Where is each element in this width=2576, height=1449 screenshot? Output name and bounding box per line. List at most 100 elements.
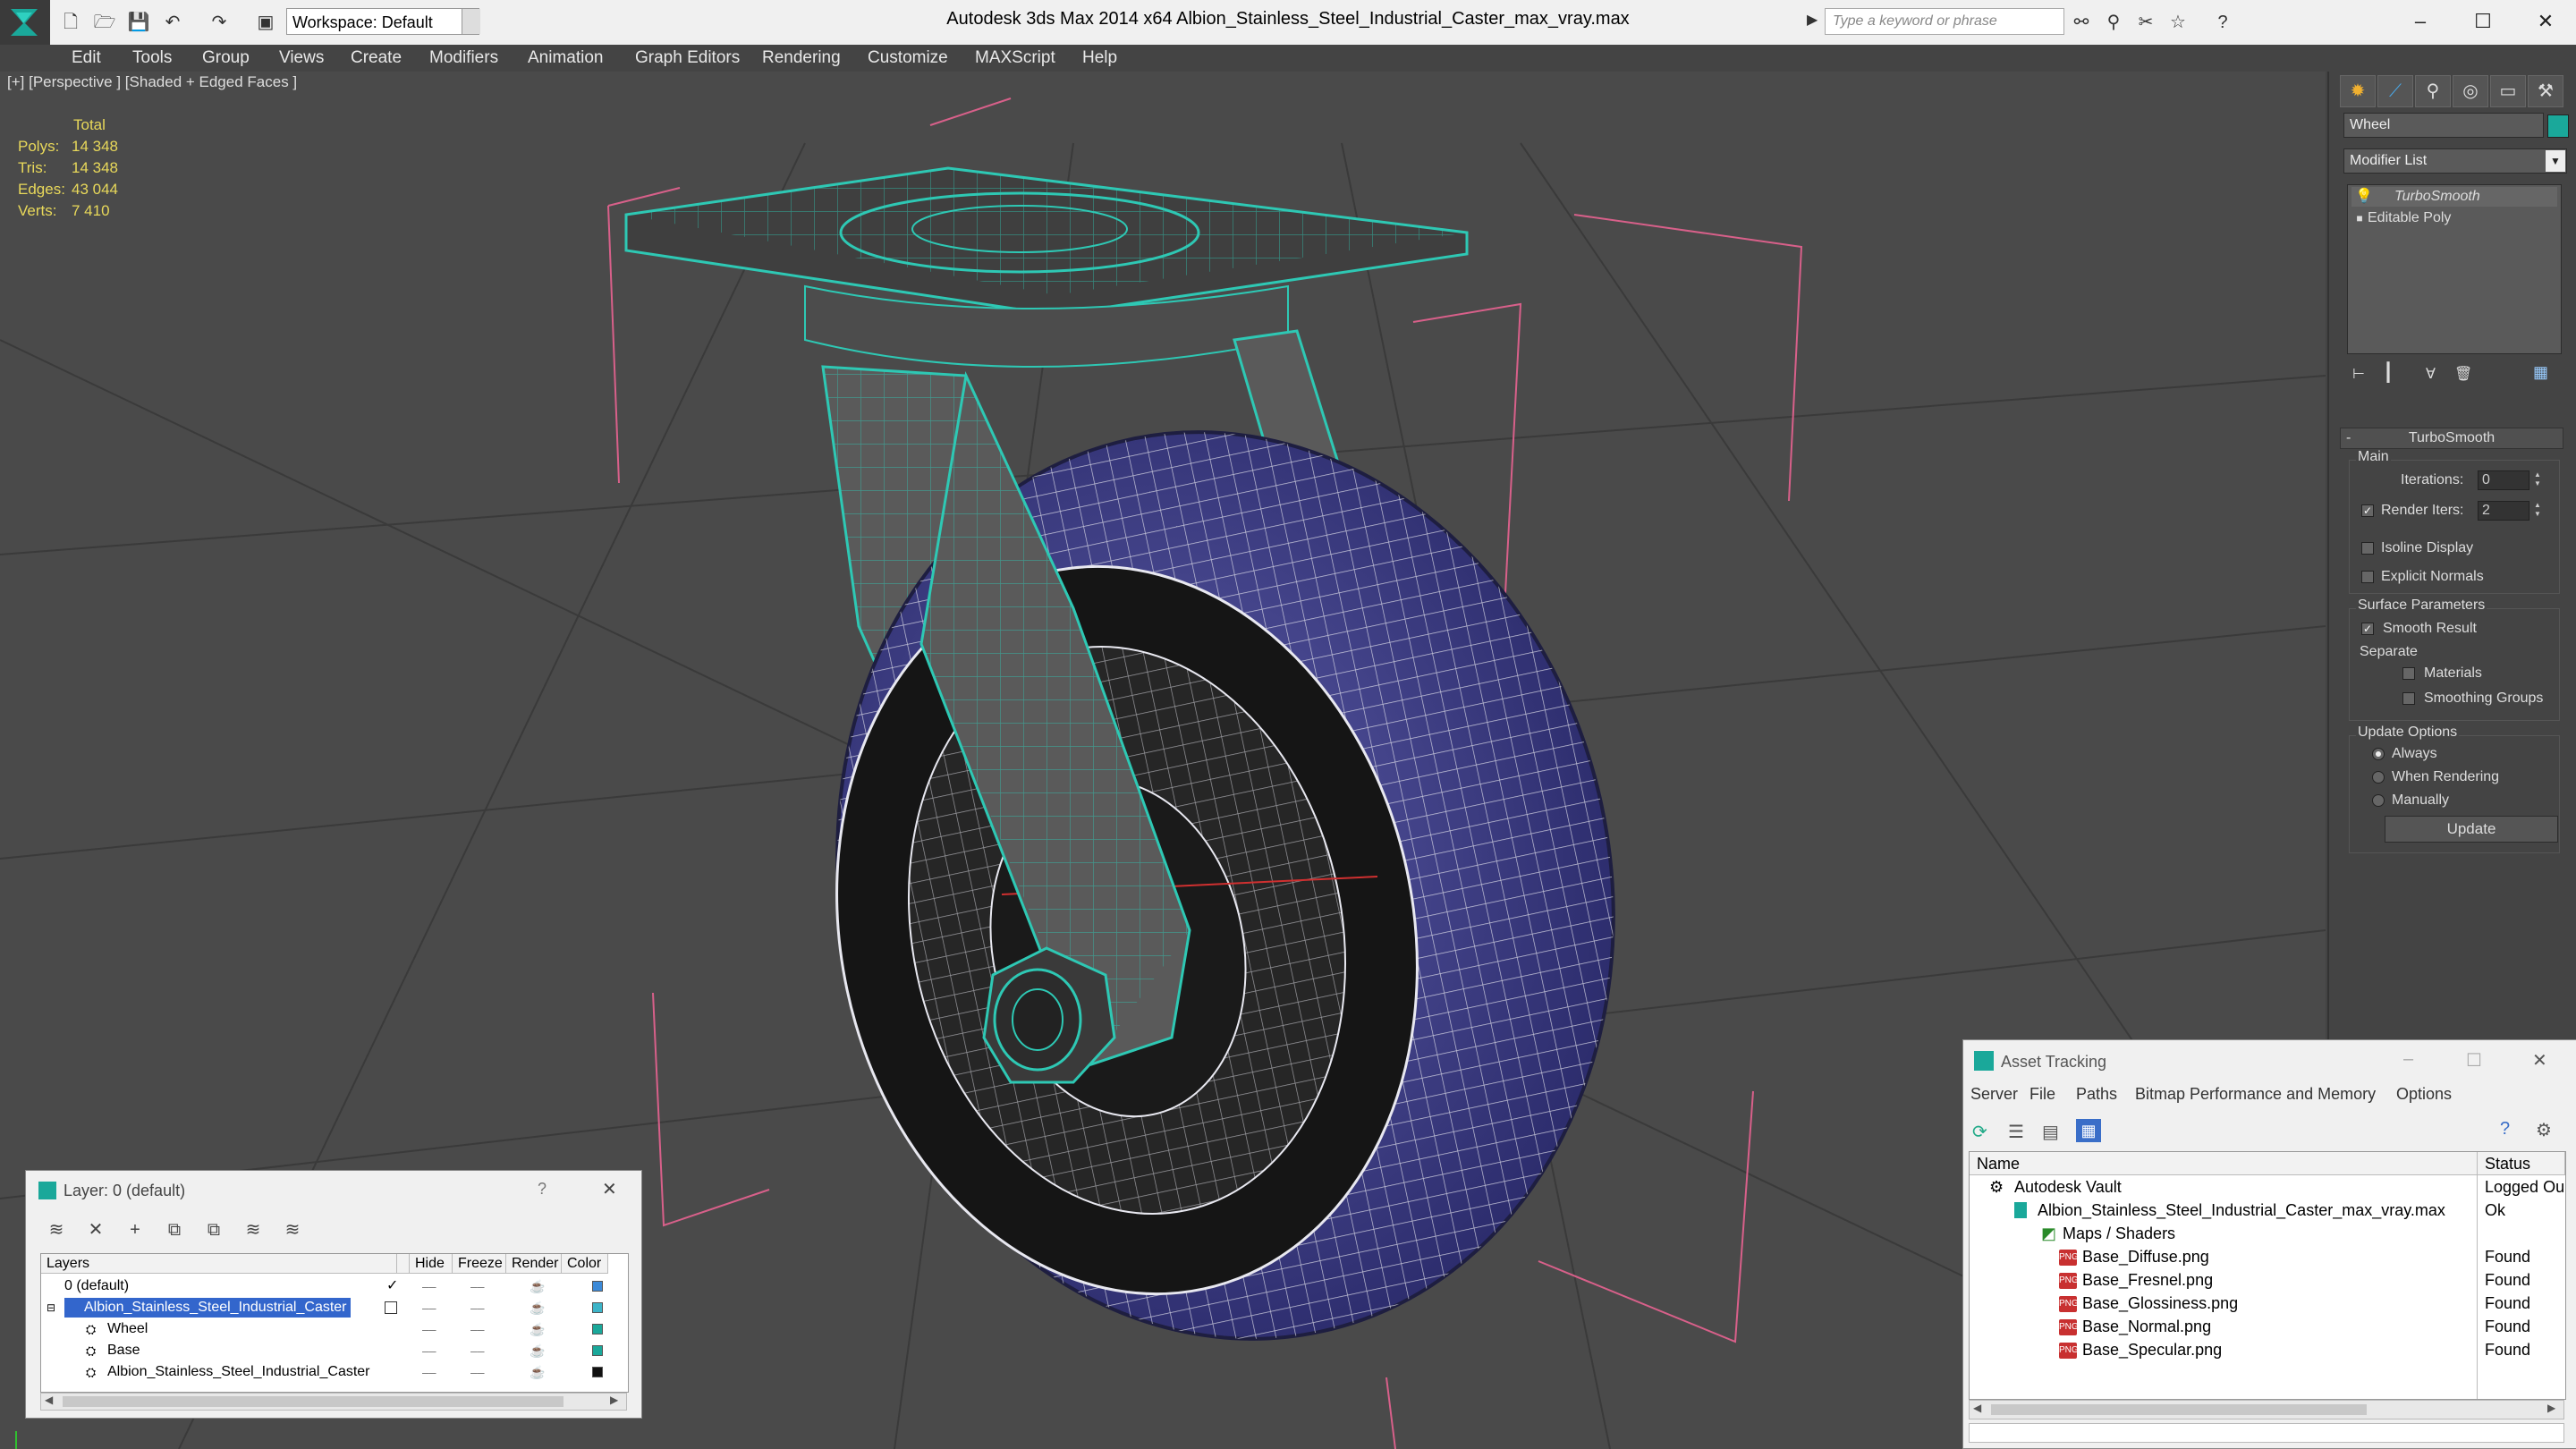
show-end-result-icon[interactable]: ┃	[2383, 361, 2394, 384]
add-layer-icon[interactable]: +	[123, 1217, 148, 1242]
hide-toggle[interactable]: ––	[422, 1297, 436, 1318]
layer-color-swatch[interactable]	[592, 1281, 603, 1292]
menu-maxscript[interactable]: MAXScript	[975, 45, 1055, 72]
stack-item-editable-poly[interactable]: ■ Editable Poly	[2351, 208, 2557, 228]
hierarchy-tab-icon[interactable]: ⚲	[2415, 75, 2451, 107]
spinner-arrows-icon[interactable]: ▲ ▼	[2531, 470, 2544, 490]
close-button[interactable]: ✕	[602, 1178, 617, 1200]
column-header-hide[interactable]: Hide	[410, 1254, 453, 1274]
scrollbar-thumb[interactable]	[1991, 1404, 2367, 1415]
set-current-checkbox[interactable]	[385, 1301, 397, 1314]
menu-rendering[interactable]: Rendering	[762, 45, 841, 72]
hide-toggle[interactable]: ––	[422, 1275, 436, 1297]
delete-layer-icon[interactable]: ✕	[83, 1217, 108, 1242]
close-button[interactable]: ✕	[2519, 4, 2572, 39]
column-header-freeze[interactable]: Freeze	[453, 1254, 506, 1274]
render-teapot-icon[interactable]: ☕	[530, 1361, 545, 1383]
modifier-list-dropdown[interactable]: Modifier List	[2343, 148, 2567, 174]
lightbulb-icon[interactable]: 💡	[2351, 187, 2377, 207]
layer-color-swatch[interactable]	[592, 1302, 603, 1313]
display-tab-icon[interactable]: ▭	[2490, 75, 2526, 107]
column-header-name[interactable]: Name	[1970, 1152, 2478, 1175]
horizontal-scrollbar[interactable]: ◀ ▶	[1969, 1400, 2564, 1419]
maximize-button[interactable]: ☐	[2466, 1049, 2482, 1072]
freeze-toggle[interactable]: ––	[470, 1297, 485, 1318]
modify-tab-icon[interactable]: ⟋	[2377, 75, 2413, 107]
column-header-status[interactable]: Status	[2478, 1152, 2565, 1175]
layer-row[interactable]: 0 (default) ✓ –– –– ☕	[41, 1275, 628, 1297]
menu-edit[interactable]: Edit	[72, 45, 101, 72]
hide-all-icon[interactable]: ≋	[241, 1217, 266, 1242]
utilities-tab-icon[interactable]: ⚒	[2528, 75, 2563, 107]
help-button[interactable]: ?	[538, 1180, 547, 1199]
menu-graph-editors[interactable]: Graph Editors	[635, 45, 740, 72]
horizontal-scrollbar[interactable]: ◀ ▶	[40, 1393, 627, 1411]
redo-icon[interactable]: ↷	[208, 11, 231, 34]
details-view-icon[interactable]: ▤	[2042, 1121, 2059, 1143]
smooth-result-checkbox[interactable]: ✓	[2361, 623, 2374, 635]
active-layer-check-icon[interactable]: ✓	[386, 1275, 398, 1297]
layer-color-swatch[interactable]	[592, 1324, 603, 1335]
save-file-icon[interactable]: 💾	[127, 11, 150, 34]
freeze-toggle[interactable]: ––	[470, 1361, 485, 1383]
freeze-toggle[interactable]: ––	[470, 1275, 485, 1297]
search-expand-icon[interactable]: ▶	[1807, 11, 1818, 29]
collapse-icon[interactable]: ⊟	[47, 1297, 55, 1318]
menu-animation[interactable]: Animation	[528, 45, 604, 72]
search-input[interactable]: Type a keyword or phrase	[1825, 8, 2064, 35]
spinner-arrows-icon[interactable]: ▲ ▼	[2531, 501, 2544, 521]
subscription-icon[interactable]: ⚲	[2102, 11, 2125, 34]
maximize-button[interactable]: ☐	[2456, 4, 2510, 39]
make-unique-icon[interactable]: ∀	[2426, 365, 2436, 383]
hide-toggle[interactable]: ––	[422, 1340, 436, 1361]
communication-icon[interactable]: ✂	[2134, 11, 2157, 34]
layer-row[interactable]: ⊟ Albion_Stainless_Steel_Industrial_Cast…	[41, 1297, 628, 1318]
manually-radio[interactable]	[2372, 794, 2385, 807]
update-button[interactable]: Update	[2385, 816, 2558, 843]
minimize-button[interactable]: –	[2403, 1049, 2413, 1070]
menu-tools[interactable]: Tools	[132, 45, 172, 72]
table-view-icon[interactable]: ▦	[2076, 1119, 2101, 1142]
when-rendering-radio[interactable]	[2372, 771, 2385, 784]
menu-paths[interactable]: Paths	[2076, 1085, 2117, 1104]
materials-checkbox[interactable]	[2402, 667, 2415, 680]
always-radio[interactable]	[2372, 748, 2385, 760]
scrollbar-thumb[interactable]	[63, 1396, 564, 1407]
help-icon[interactable]: ?	[2500, 1119, 2510, 1140]
freeze-toggle[interactable]: ––	[470, 1318, 485, 1340]
render-teapot-icon[interactable]: ☕	[530, 1340, 545, 1361]
favorites-star-icon[interactable]: ☆	[2166, 11, 2190, 34]
explicit-normals-checkbox[interactable]	[2361, 571, 2374, 583]
layer-row[interactable]: ⛭ Base –– –– ☕	[41, 1340, 628, 1361]
list-view-icon[interactable]: ☰	[2008, 1121, 2024, 1143]
hide-toggle[interactable]: ––	[422, 1318, 436, 1340]
project-folder-icon[interactable]: ▣	[254, 11, 277, 34]
render-teapot-icon[interactable]: ☕	[530, 1318, 545, 1340]
layer-color-swatch[interactable]	[592, 1367, 603, 1377]
scroll-left-icon[interactable]: ◀	[45, 1394, 53, 1406]
menu-server[interactable]: Server	[1970, 1085, 2018, 1104]
chevron-down-icon[interactable]: ▼	[462, 9, 480, 34]
open-file-icon[interactable]: 🗁	[93, 11, 116, 34]
scroll-right-icon[interactable]: ▶	[610, 1394, 618, 1406]
object-color-swatch[interactable]	[2547, 114, 2569, 138]
viewport-label[interactable]: [+] [Perspective ] [Shaded + Edged Faces…	[7, 73, 297, 91]
menu-modifiers[interactable]: Modifiers	[429, 45, 498, 72]
layer-row[interactable]: ⛭ Wheel –– –– ☕	[41, 1318, 628, 1340]
hide-toggle[interactable]: ––	[422, 1361, 436, 1383]
render-teapot-icon[interactable]: ☕	[530, 1297, 545, 1318]
menu-create[interactable]: Create	[351, 45, 402, 72]
freeze-toggle[interactable]: ––	[470, 1340, 485, 1361]
rollout-turbosmooth[interactable]: - TurboSmooth	[2340, 428, 2563, 449]
smoothing-groups-checkbox[interactable]	[2402, 692, 2415, 705]
menu-file[interactable]: File	[2029, 1085, 2055, 1104]
undo-icon[interactable]: ↶	[161, 11, 184, 34]
refresh-icon[interactable]: ⟳	[1972, 1121, 1987, 1143]
layers-icon[interactable]: ≋	[44, 1217, 69, 1242]
menu-group[interactable]: Group	[202, 45, 250, 72]
close-button[interactable]: ✕	[2532, 1049, 2547, 1072]
object-name-field[interactable]: Wheel	[2343, 113, 2544, 138]
isoline-display-checkbox[interactable]	[2361, 542, 2374, 555]
freeze-all-icon[interactable]: ≋	[280, 1217, 305, 1242]
column-header-render[interactable]: Render	[506, 1254, 562, 1274]
